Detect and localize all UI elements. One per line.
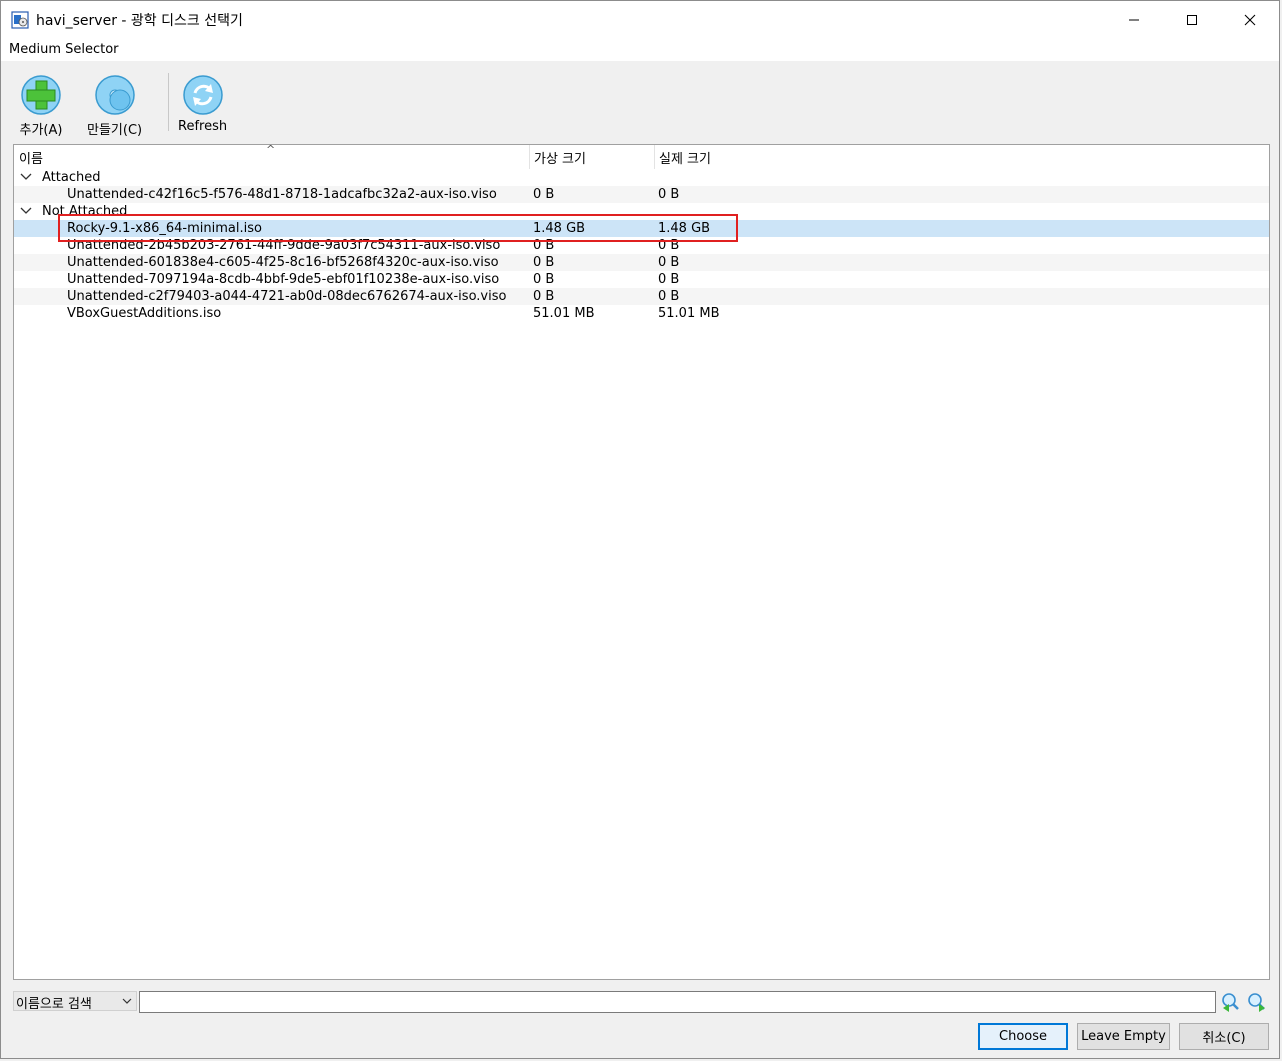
medium-virtual-size: 1.48 GB (533, 221, 586, 236)
group-row-not-attached[interactable]: Not Attached (14, 203, 1269, 220)
medium-name: Unattended-601838e4-c605-4f25-8c16-bf526… (67, 255, 499, 270)
medium-virtual-size: 51.01 MB (533, 306, 595, 321)
add-disk-icon (21, 75, 61, 115)
medium-name: VBoxGuestAdditions.iso (67, 306, 222, 321)
medium-virtual-size: 0 B (533, 272, 555, 287)
leave-empty-button[interactable]: Leave Empty (1077, 1023, 1170, 1050)
search-next-icon (1248, 993, 1265, 1012)
column-separator[interactable] (654, 145, 655, 169)
toolbar-separator (168, 73, 169, 131)
medium-virtual-size: 0 B (533, 255, 555, 270)
medium-name: Unattended-c2f79403-a044-4721-ab0d-08dec… (67, 289, 507, 304)
close-icon (1244, 14, 1256, 26)
window-title: havi_server - 광학 디스크 선택기 (36, 13, 243, 29)
minimize-icon (1129, 19, 1139, 21)
toolbar: 추가(A) 만들기(C) Refresh (1, 61, 1279, 141)
maximize-icon (1187, 15, 1197, 25)
create-disk-icon (94, 75, 135, 115)
medium-name: Unattended-7097194a-8cdb-4bbf-9de5-ebf01… (67, 272, 500, 287)
virtualbox-app-icon (11, 11, 29, 29)
minimize-button[interactable] (1111, 1, 1157, 39)
medium-actual-size: 0 B (658, 187, 680, 202)
column-separator[interactable] (529, 145, 530, 169)
create-label: 만들기(C) (87, 123, 143, 138)
maximize-button[interactable] (1169, 1, 1215, 39)
search-input[interactable] (139, 991, 1216, 1013)
table-row[interactable]: Unattended-c42f16c5-f576-48d1-8718-1adca… (14, 186, 1269, 203)
refresh-label: Refresh (178, 119, 228, 134)
search-mode-label: 이름으로 검색 (16, 997, 92, 1012)
medium-virtual-size: 0 B (533, 289, 555, 304)
medium-name: Rocky-9.1-x86_64-minimal.iso (67, 221, 262, 236)
medium-virtual-size: 0 B (533, 187, 555, 202)
medium-virtual-size: 0 B (533, 238, 555, 253)
medium-actual-size: 1.48 GB (658, 221, 711, 236)
table-row[interactable]: VBoxGuestAdditions.iso 51.01 MB 51.01 MB (14, 305, 1269, 322)
medium-name: Unattended-c42f16c5-f576-48d1-8718-1adca… (67, 187, 497, 202)
medium-actual-size: 0 B (658, 289, 680, 304)
create-button[interactable]: 만들기(C) (87, 73, 142, 138)
chevron-down-icon[interactable] (20, 170, 32, 184)
group-row-attached[interactable]: Attached (14, 169, 1269, 186)
group-label: Not Attached (42, 204, 128, 219)
medium-actual-size: 51.01 MB (658, 306, 720, 321)
medium-actual-size: 0 B (658, 238, 680, 253)
title-bar: havi_server - 광학 디스크 선택기 (1, 1, 1279, 39)
chevron-down-icon (122, 998, 132, 1004)
search-next-button[interactable] (1246, 991, 1268, 1013)
add-button[interactable]: 추가(A) (19, 73, 63, 138)
search-previous-button[interactable] (1220, 991, 1242, 1013)
column-header-name[interactable]: 이름 (19, 148, 43, 167)
menu-bar: Medium Selector (1, 39, 1279, 61)
table-row[interactable]: Unattended-2b45b203-2761-44ff-9dde-9a03f… (14, 237, 1269, 254)
medium-name: Unattended-2b45b203-2761-44ff-9dde-9a03f… (67, 238, 501, 253)
search-previous-icon (1222, 993, 1239, 1012)
sort-ascending-icon: ^ (266, 144, 276, 156)
medium-tree[interactable]: ^ 이름 가상 크기 실제 크기 Attached Unattended-c42… (13, 144, 1270, 980)
column-header-virtual-size[interactable]: 가상 크기 (534, 148, 586, 167)
search-mode-select[interactable]: 이름으로 검색 (13, 991, 137, 1012)
tree-header: ^ 이름 가상 크기 실제 크기 (14, 145, 1269, 169)
table-row[interactable]: Unattended-c2f79403-a044-4721-ab0d-08dec… (14, 288, 1269, 305)
refresh-icon (182, 75, 223, 115)
add-label: 추가(A) (19, 123, 63, 138)
medium-actual-size: 0 B (658, 255, 680, 270)
close-button[interactable] (1227, 1, 1273, 39)
table-row[interactable]: Unattended-7097194a-8cdb-4bbf-9de5-ebf01… (14, 271, 1269, 288)
column-header-actual-size[interactable]: 실제 크기 (659, 148, 711, 167)
cancel-button[interactable]: 취소(C) (1179, 1023, 1269, 1050)
table-row-selected[interactable]: Rocky-9.1-x86_64-minimal.iso 1.48 GB 1.4… (14, 220, 1269, 237)
refresh-button[interactable]: Refresh (178, 73, 227, 134)
medium-selector-window: havi_server - 광학 디스크 선택기 Medium Selector… (0, 0, 1280, 1059)
medium-actual-size: 0 B (658, 272, 680, 287)
chevron-down-icon[interactable] (20, 204, 32, 218)
menu-medium-selector[interactable]: Medium Selector (9, 42, 119, 57)
group-label: Attached (42, 170, 101, 185)
table-row[interactable]: Unattended-601838e4-c605-4f25-8c16-bf526… (14, 254, 1269, 271)
choose-button[interactable]: Choose (978, 1023, 1068, 1050)
